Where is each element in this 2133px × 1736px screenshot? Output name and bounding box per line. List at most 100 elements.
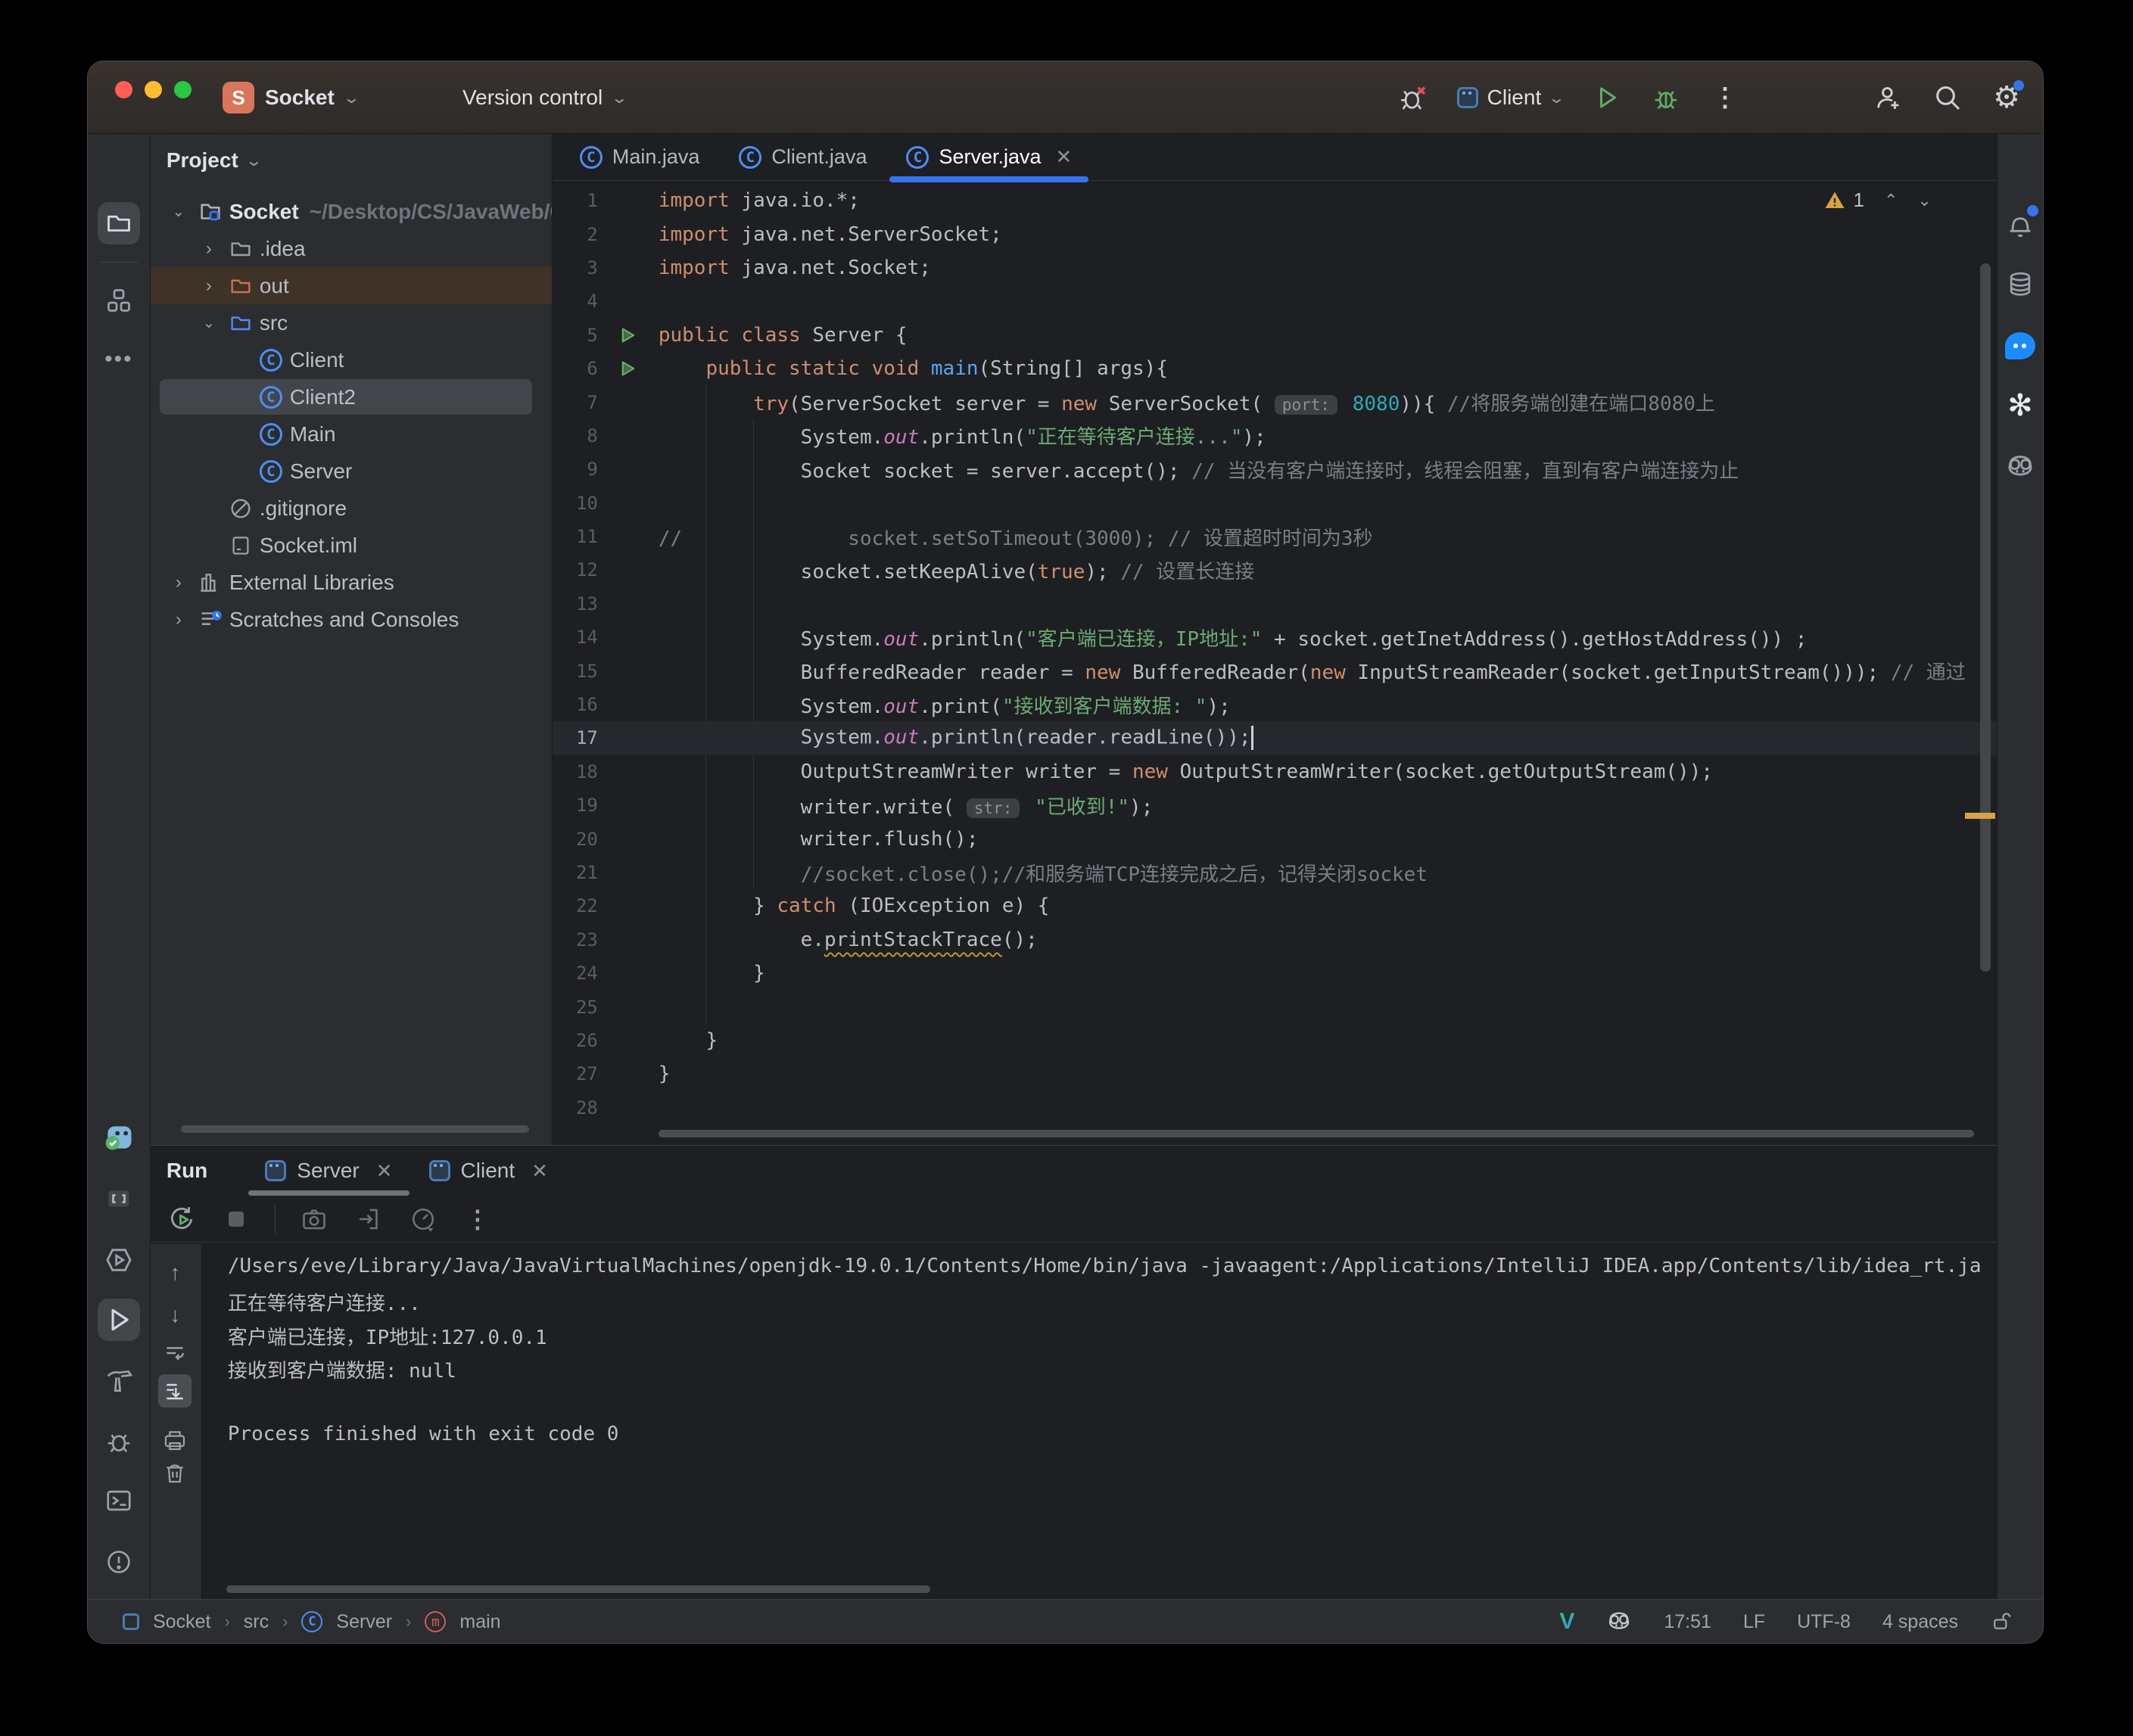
search-everywhere-icon[interactable] — [1932, 82, 1963, 113]
build-tool-button[interactable] — [98, 1360, 140, 1402]
maximize-window-button[interactable] — [174, 81, 192, 98]
code-line-6[interactable]: 6 public static void main(String[] args)… — [553, 352, 1997, 385]
tree-item-client[interactable]: C Client — [151, 341, 552, 378]
run-configuration-selector[interactable]: Client ⌄ — [1456, 86, 1565, 110]
code-line-8[interactable]: 8 System.out.println("正在等待客户连接..."); — [553, 419, 1997, 453]
next-warning-icon[interactable]: ⌄ — [1917, 191, 1931, 210]
code-line-14[interactable]: 14 System.out.println("客户端已连接，IP地址:" + s… — [553, 621, 1997, 654]
code-line-24[interactable]: 24 } — [553, 957, 1997, 990]
openai-tool-icon[interactable]: ✻ — [2004, 389, 2037, 422]
code-line-11[interactable]: 11// socket.setSoTimeout(3000); // 设置超时时… — [553, 520, 1997, 553]
editor-tab-client-java[interactable]: C Client.java — [719, 134, 886, 181]
thread-dump-camera-icon[interactable] — [298, 1203, 330, 1235]
file-encoding[interactable]: UTF-8 — [1797, 1611, 1851, 1633]
scroll-down-icon[interactable]: ↓ — [158, 1299, 192, 1332]
debug-button[interactable] — [1651, 82, 1681, 113]
code-line-5[interactable]: 5 public class Server { — [553, 319, 1997, 352]
console-horizontal-scrollbar[interactable] — [226, 1585, 930, 1593]
scroll-up-icon[interactable]: ↑ — [158, 1256, 192, 1290]
project-tool-button[interactable] — [97, 202, 140, 244]
run-tool-button[interactable] — [97, 1299, 140, 1341]
structure-tool-button[interactable] — [98, 279, 140, 322]
rerun-button[interactable] — [166, 1203, 198, 1235]
debug-tool-button[interactable] — [98, 1420, 140, 1462]
tree-item-client2[interactable]: C Client2 — [151, 378, 552, 415]
breadcrumb-src[interactable]: src — [244, 1611, 269, 1633]
code-line-17[interactable]: 17 System.out.println(reader.readLine())… — [552, 721, 1997, 755]
code-line-3[interactable]: 3 import java.net.Socket; — [553, 251, 1997, 285]
breadcrumb-class[interactable]: Server — [336, 1611, 392, 1633]
tree-item-main[interactable]: C Main — [151, 415, 552, 453]
tree-item-socket[interactable]: ⌄ Socket ~/Desktop/CS/JavaWeb/C — [151, 193, 551, 230]
notifications-bell-icon[interactable] — [2004, 205, 2038, 241]
profiler-gauge-icon[interactable] — [407, 1203, 439, 1235]
cursor-position[interactable]: 17:51 — [1664, 1611, 1711, 1633]
run-tab-client[interactable]: Client ✕ — [411, 1146, 566, 1196]
tree-item-out[interactable]: › out — [150, 267, 552, 304]
mute-breakpoints-bug-icon[interactable] — [1398, 82, 1428, 113]
tree-item-external-libraries[interactable]: › External Libraries — [151, 564, 552, 601]
project-menu[interactable]: S Socket ⌄ — [223, 61, 360, 134]
plugin-mascot-button[interactable] — [98, 1116, 140, 1159]
editor-vertical-scrollbar[interactable] — [1979, 263, 1991, 972]
copilot-tool-icon[interactable] — [2004, 450, 2037, 484]
code-line-19[interactable]: 19 writer.write( str: "已收到!"); — [553, 789, 1997, 822]
code-line-18[interactable]: 18 OutputStreamWriter writer = new Outpu… — [553, 755, 1997, 789]
database-tool-icon[interactable] — [2004, 268, 2037, 301]
project-horizontal-scrollbar[interactable] — [180, 1125, 529, 1133]
problems-tool-button[interactable] — [98, 1541, 140, 1583]
copilot-status-icon[interactable] — [1606, 1609, 1632, 1635]
more-console-actions-button[interactable]: ⋮ — [462, 1203, 494, 1235]
code-line-27[interactable]: 27} — [553, 1057, 1997, 1090]
editor-tab-server-java[interactable]: C Server.java ✕ — [886, 134, 1091, 182]
tree-item-server[interactable]: C Server — [151, 453, 552, 490]
code-line-22[interactable]: 22 } catch (IOException e) { — [553, 889, 1997, 922]
code-line-9[interactable]: 9 Socket socket = server.accept(); // 当没… — [553, 453, 1997, 486]
run-line-icon[interactable] — [598, 326, 659, 344]
close-tab-icon[interactable]: ✕ — [376, 1159, 393, 1183]
run-tab-server[interactable]: Server ✕ — [247, 1146, 410, 1196]
warning-stripe-mark[interactable] — [1964, 813, 1995, 819]
code-line-4[interactable]: 4 — [553, 285, 1997, 318]
code-line-10[interactable]: 10 — [553, 487, 1997, 520]
code-line-23[interactable]: 23 e.printStackTrace(); — [553, 923, 1997, 957]
chevron-down-icon[interactable]: ⌄ — [199, 313, 219, 332]
brackets-tool-button[interactable] — [98, 1178, 140, 1220]
code-line-20[interactable]: 20 writer.flush(); — [553, 822, 1997, 855]
chevron-right-icon[interactable]: › — [199, 275, 219, 297]
chevron-down-icon[interactable]: ⌄ — [169, 202, 188, 221]
more-actions-button[interactable]: ⋮ — [1710, 82, 1740, 113]
breadcrumb-method[interactable]: main — [459, 1611, 500, 1633]
code-line-1[interactable]: 1 import java.io.*; — [553, 184, 1997, 217]
scroll-to-end-icon[interactable] — [158, 1374, 192, 1408]
inspection-widget[interactable]: 1 ⌃ ⌄ — [1823, 188, 1932, 212]
chevron-right-icon[interactable]: › — [169, 572, 188, 593]
code-line-7[interactable]: 7 try(ServerSocket server = new ServerSo… — [553, 385, 1997, 418]
code-with-me-icon[interactable] — [1873, 82, 1904, 113]
code-line-28[interactable]: 28 — [553, 1091, 1997, 1125]
lock-icon[interactable] — [1990, 1610, 2013, 1633]
code-line-16[interactable]: 16 System.out.print("接收到客户端数据: "); — [553, 688, 1997, 721]
chevron-right-icon[interactable]: › — [199, 238, 219, 260]
console-output[interactable]: /Users/eve/Library/Java/JavaVirtualMachi… — [201, 1244, 1997, 1599]
run-line-icon[interactable] — [598, 359, 659, 378]
close-tab-icon[interactable]: ✕ — [531, 1159, 548, 1183]
print-icon[interactable] — [158, 1423, 192, 1457]
version-control-menu[interactable]: Version control ⌄ — [462, 61, 628, 134]
breadcrumb-project[interactable]: Socket — [153, 1611, 210, 1633]
tree-item--idea[interactable]: › .idea — [151, 230, 552, 267]
code-line-25[interactable]: 25 — [553, 990, 1997, 1023]
code-line-21[interactable]: 21 //socket.close();//和服务端TCP连接完成之后，记得关闭… — [553, 856, 1997, 889]
code-editor[interactable]: 1 import java.io.*; 2 import java.net.Serve… — [552, 181, 1997, 1145]
code-line-12[interactable]: 12 socket.setKeepAlive(true); // 设置长连接 — [553, 553, 1997, 586]
close-tab-icon[interactable]: ✕ — [1056, 145, 1073, 169]
chevron-right-icon[interactable]: › — [169, 609, 188, 630]
tree-item-socket-iml[interactable]: Socket.iml — [151, 527, 552, 564]
more-tools-button[interactable]: ••• — [98, 338, 140, 381]
attach-debugger-icon[interactable] — [353, 1203, 385, 1235]
ai-chat-tool-icon[interactable] — [2004, 329, 2037, 362]
v-plugin-icon[interactable]: V — [1559, 1609, 1574, 1635]
code-line-15[interactable]: 15 BufferedReader reader = new BufferedR… — [553, 654, 1997, 687]
editor-horizontal-scrollbar[interactable] — [658, 1130, 1974, 1137]
run-button[interactable] — [1592, 82, 1622, 113]
